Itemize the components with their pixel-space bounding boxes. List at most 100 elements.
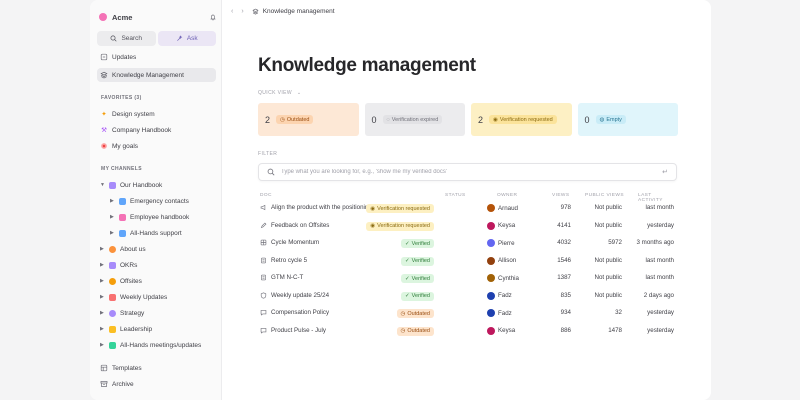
search-button[interactable]: Search <box>97 31 156 46</box>
doc-cell[interactable]: Product Pulse - July <box>260 327 326 334</box>
owner-cell[interactable]: Keysa <box>487 326 515 335</box>
breadcrumb-item[interactable]: Knowledge management <box>263 8 335 15</box>
table-row[interactable]: Weekly update 25/24 ✓ Verified Fadz 835 Not p… <box>258 290 677 304</box>
forward-arrow-icon[interactable]: › <box>241 8 243 15</box>
channel-item-offsites[interactable]: ▶ Offsites <box>97 274 216 288</box>
favorite-item-design-system[interactable]: ✦ Design system <box>97 107 216 121</box>
doc-cell[interactable]: Compensation Policy <box>260 309 329 316</box>
quick-view-card-verification-expired[interactable]: 0 ◌ Verification expired <box>364 103 465 136</box>
check-circle-icon: ◉ <box>370 223 376 229</box>
owner-cell[interactable]: Fadz <box>487 291 512 300</box>
search-button-label: Search <box>121 35 143 42</box>
doc-cell[interactable]: Retro cycle 5 <box>260 257 307 264</box>
quick-view-card-verification-requested[interactable]: 2 ◉ Verification requested <box>471 103 572 136</box>
column-header-owner[interactable]: OWNER <box>497 193 517 198</box>
doc-cell[interactable]: Weekly update 25/24 <box>260 292 329 299</box>
column-header-views[interactable]: VIEWS <box>552 193 569 198</box>
avatar <box>487 221 495 230</box>
chevron-right-icon[interactable]: ▶ <box>100 310 106 316</box>
favorite-item-label: Design system <box>112 110 155 118</box>
pencil-icon <box>260 222 267 229</box>
table-row[interactable]: Cycle Momentum ✓ Verified Pierre 4032 5972 3 m… <box>258 237 677 251</box>
status-badge[interactable]: ✓ Verified <box>401 239 434 248</box>
favorites-header: FAVORITES (3) <box>101 95 142 101</box>
table-header: DOC STATUS OWNER VIEWS PUBLIC VIEWS LAST… <box>258 193 677 203</box>
favorite-item-company-handbook[interactable]: ⚒ Company Handbook <box>97 123 216 137</box>
channel-color-icon <box>109 245 116 253</box>
channel-item-strategy[interactable]: ▶ Strategy <box>97 306 216 320</box>
chevron-right-icon[interactable]: ▶ <box>100 246 106 252</box>
quick-view-toggle[interactable]: QUICK VIEW ⌄ <box>258 90 301 96</box>
favorite-item-my-goals[interactable]: My goals <box>97 139 216 153</box>
chevron-down-icon[interactable]: ▼ <box>100 182 106 188</box>
sidebar-item-archive[interactable]: Archive <box>97 377 216 391</box>
chevron-right-icon[interactable]: ▶ <box>110 198 116 204</box>
table-row[interactable]: Align the product with the positioning ◉ V… <box>258 202 677 216</box>
column-header-status[interactable]: STATUS <box>445 193 466 198</box>
sidebar-item-knowledge-management[interactable]: Knowledge Management <box>97 68 216 82</box>
channel-color-icon <box>109 309 116 317</box>
status-badge[interactable]: ✓ Verified <box>401 291 434 301</box>
owner-name: Arnaud <box>498 204 518 212</box>
sidebar-item-updates[interactable]: Updates <box>97 50 216 64</box>
doc-icon <box>260 257 267 264</box>
enter-icon[interactable]: ↵ <box>662 168 668 176</box>
owner-cell[interactable]: Keysa <box>487 221 515 230</box>
doc-cell[interactable]: GTM N-C-T <box>260 274 303 281</box>
owner-cell[interactable]: Cynthia <box>487 274 519 282</box>
sidebar-item-templates[interactable]: Templates <box>97 361 216 375</box>
chevron-right-icon[interactable]: ▶ <box>110 214 116 220</box>
bell-icon[interactable] <box>209 13 217 21</box>
status-badge[interactable]: ✓ Verified <box>401 256 434 266</box>
doc-cell[interactable]: Feedback on Offsites <box>260 222 329 229</box>
doc-cell[interactable]: Align the product with the positioning <box>260 204 372 211</box>
status-badge[interactable]: ◉ Verification requested <box>366 204 434 213</box>
channel-item-about-us[interactable]: ▶ About us <box>97 242 216 256</box>
chevron-right-icon[interactable]: ▶ <box>110 230 116 236</box>
ask-button[interactable]: Ask <box>157 31 216 46</box>
chevron-right-icon[interactable]: ▶ <box>100 262 106 268</box>
channel-item-all-hands-meetings[interactable]: ▶ All-Hands meetings/updates <box>97 338 216 352</box>
status-badge[interactable]: ◷ Outdated <box>396 309 434 318</box>
back-arrow-icon[interactable]: ‹ <box>231 8 233 15</box>
status-badge[interactable]: ◉ Verification requested <box>366 221 434 231</box>
quick-view-card-outdated[interactable]: 2 ◷ Outdated <box>258 103 359 136</box>
table-row[interactable]: Retro cycle 5 ✓ Verified Allison 1546 Not pub… <box>258 255 677 269</box>
table-row[interactable]: Product Pulse - July ◷ Outdated Keysa 886 147… <box>258 325 677 339</box>
owner-cell[interactable]: Allison <box>487 256 516 265</box>
owner-cell[interactable]: Arnaud <box>487 204 518 212</box>
channel-item-emergency-contacts[interactable]: ▶ Emergency contacts <box>97 194 216 208</box>
channel-color-icon <box>109 277 116 285</box>
channel-item-label: Weekly Updates <box>120 293 168 301</box>
templates-icon <box>100 364 108 372</box>
column-header-doc[interactable]: DOC <box>260 193 272 198</box>
channel-item-our-handbook[interactable]: ▼ Our Handbook <box>97 178 216 192</box>
doc-cell[interactable]: Cycle Momentum <box>260 239 319 246</box>
channel-item-employee-handbook[interactable]: ▶ Employee handbook <box>97 210 216 224</box>
channel-color-icon <box>109 325 116 333</box>
chevron-right-icon[interactable]: ▶ <box>100 294 106 300</box>
chevron-right-icon[interactable]: ▶ <box>100 342 106 348</box>
table-row[interactable]: Compensation Policy ◷ Outdated Fadz 934 32 yes… <box>258 307 677 321</box>
workspace-header[interactable]: Acme <box>99 10 217 24</box>
owner-cell[interactable]: Fadz <box>487 309 512 317</box>
chevron-right-icon[interactable]: ▶ <box>100 326 106 332</box>
status-badge[interactable]: ✓ Verified <box>401 274 434 283</box>
shield-icon <box>260 292 267 299</box>
channel-item-weekly-updates[interactable]: ▶ Weekly Updates <box>97 290 216 304</box>
channel-item-leadership[interactable]: ▶ Leadership <box>97 322 216 336</box>
table-row[interactable]: Feedback on Offsites ◉ Verification reques… <box>258 220 677 234</box>
channel-item-all-hands-support[interactable]: ▶ All-Hands support <box>97 226 216 240</box>
channel-item-okrs[interactable]: ▶ OKRs <box>97 258 216 272</box>
column-header-public-views[interactable]: PUBLIC VIEWS <box>585 193 624 198</box>
owner-cell[interactable]: Pierre <box>487 239 515 247</box>
doc-title: Product Pulse - July <box>271 326 327 334</box>
filter-search-input[interactable] <box>281 169 663 175</box>
filter-search-box[interactable]: ↵ <box>258 163 677 181</box>
chevron-right-icon[interactable]: ▶ <box>100 278 106 284</box>
avatar <box>487 204 495 212</box>
status-badge[interactable]: ◷ Outdated <box>396 326 434 336</box>
card-label: Outdated <box>286 116 310 123</box>
quick-view-card-empty[interactable]: 0 ◍ Empty <box>577 103 678 136</box>
table-row[interactable]: GTM N-C-T ✓ Verified Cynthia 1387 Not public l… <box>258 272 677 286</box>
